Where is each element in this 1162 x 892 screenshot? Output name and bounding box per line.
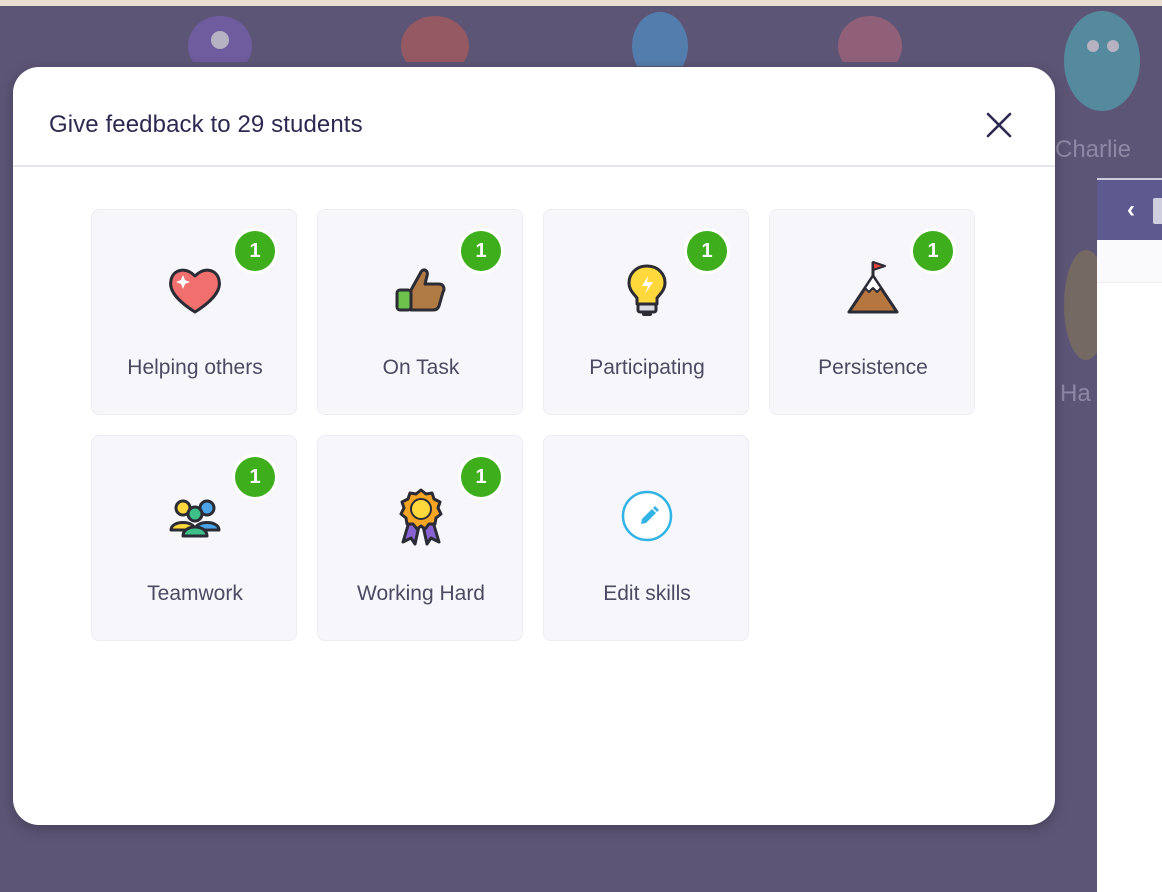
bg-student-name: Ha xyxy=(1060,380,1091,407)
count-badge: 1 xyxy=(910,228,956,274)
side-panel-header: ‹ xyxy=(1097,178,1162,242)
count-badge: 1 xyxy=(458,228,504,274)
edit-skills-button[interactable]: Edit skills xyxy=(543,435,749,641)
lightbulb-icon xyxy=(627,264,667,316)
modal-title: Give feedback to 29 students xyxy=(49,111,363,138)
count-value: 1 xyxy=(235,231,275,271)
chevron-left-icon[interactable]: ‹ xyxy=(1127,196,1135,224)
mountain-flag-icon xyxy=(847,261,899,314)
count-badge: 1 xyxy=(458,454,504,500)
feedback-modal: Give feedback to 29 students 1 Helping o… xyxy=(13,67,1055,825)
thumbs-up-icon xyxy=(395,268,446,312)
count-value: 1 xyxy=(235,457,275,497)
side-panel-subbar xyxy=(1097,240,1162,283)
skill-label: Helping others xyxy=(127,356,263,379)
bg-monster-avatar xyxy=(1064,250,1098,360)
top-strip xyxy=(0,0,1162,6)
bg-student-name: Charlie xyxy=(1055,136,1132,163)
team-icon xyxy=(169,499,221,538)
bg-monster-avatar xyxy=(401,16,469,62)
bg-monster-avatar xyxy=(632,12,688,66)
skills-grid: 1 Helping others 1 On Task 1 Participati… xyxy=(91,209,991,649)
modal-header: Give feedback to 29 students xyxy=(13,67,1055,167)
count-value: 1 xyxy=(913,231,953,271)
bg-monster-avatar xyxy=(838,16,902,62)
skill-tile-helping-others[interactable]: 1 Helping others xyxy=(91,209,297,415)
close-button[interactable] xyxy=(979,105,1019,145)
bg-monster-avatar xyxy=(188,16,252,62)
count-badge: 1 xyxy=(684,228,730,274)
pencil-icon xyxy=(621,490,673,542)
skill-label: Persistence xyxy=(818,356,928,379)
skill-tile-teamwork[interactable]: 1 Teamwork xyxy=(91,435,297,641)
edit-skills-label: Edit skills xyxy=(603,582,691,605)
count-value: 1 xyxy=(461,457,501,497)
count-value: 1 xyxy=(687,231,727,271)
close-icon xyxy=(986,112,1012,138)
heart-icon xyxy=(169,268,221,314)
skill-label: Participating xyxy=(589,356,705,379)
skill-tile-on-task[interactable]: 1 On Task xyxy=(317,209,523,415)
skill-tile-persistence[interactable]: 1 Persistence xyxy=(769,209,975,415)
bg-monster-avatar xyxy=(1064,11,1140,111)
skill-label: On Task xyxy=(382,356,460,379)
skill-label: Teamwork xyxy=(147,582,243,605)
side-panel: ‹ xyxy=(1097,178,1162,892)
count-badge: 1 xyxy=(232,454,278,500)
count-badge: 1 xyxy=(232,228,278,274)
skill-tile-working-hard[interactable]: 1 Working Hard xyxy=(317,435,523,641)
side-panel-chip xyxy=(1153,198,1162,224)
skill-label: Working Hard xyxy=(357,582,485,605)
medal-icon xyxy=(399,488,443,546)
skill-tile-participating[interactable]: 1 Participating xyxy=(543,209,749,415)
count-value: 1 xyxy=(461,231,501,271)
